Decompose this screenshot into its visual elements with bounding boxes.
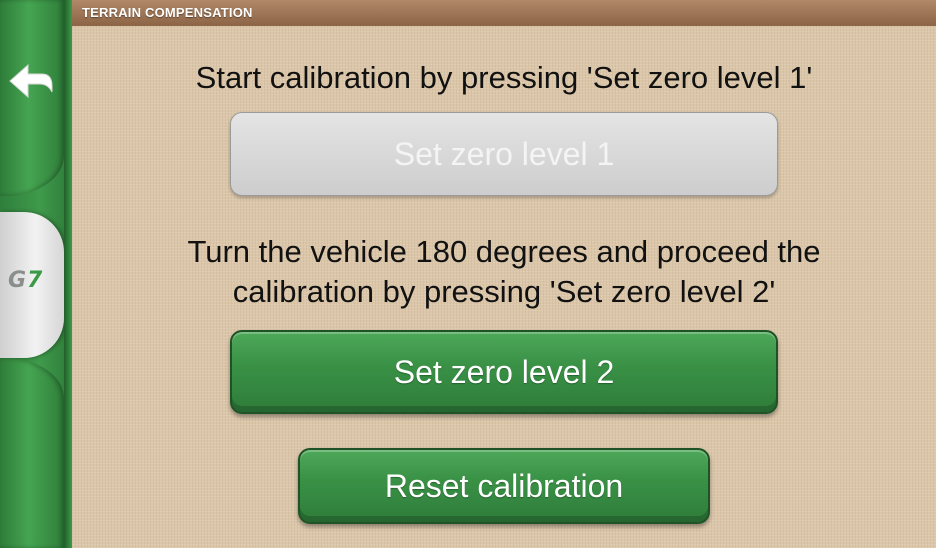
- set-zero-level-1-button[interactable]: Set zero level 1: [230, 112, 778, 196]
- back-arrow-icon: [9, 63, 53, 99]
- back-button[interactable]: [0, 0, 64, 196]
- step2-instruction-line2: calibration by pressing 'Set zero level …: [232, 274, 776, 309]
- home-tab[interactable]: G 7: [0, 212, 64, 358]
- page-title: TERRAIN COMPENSATION: [82, 5, 253, 20]
- step1-instruction: Start calibration by pressing 'Set zero …: [195, 60, 813, 95]
- step2-instruction: Turn the vehicle 180 degrees and proceed…: [72, 232, 936, 312]
- sidebar: G 7: [0, 0, 72, 548]
- g7-logo-icon: G 7: [8, 268, 43, 292]
- title-bar: TERRAIN COMPENSATION: [72, 0, 936, 27]
- svg-text:G: G: [8, 268, 26, 292]
- screen: G 7 TERRAIN COMPENSATION Start calibrati…: [0, 0, 936, 548]
- sidebar-edge: [64, 0, 72, 548]
- reset-calibration-button[interactable]: Reset calibration: [298, 448, 710, 524]
- calibration-panel: Start calibration by pressing 'Set zero …: [72, 26, 936, 548]
- sidebar-lower-panel: [0, 358, 64, 548]
- step2-instruction-line1: Turn the vehicle 180 degrees and proceed…: [187, 234, 821, 269]
- set-zero-level-2-button[interactable]: Set zero level 2: [230, 330, 778, 414]
- svg-text:7: 7: [27, 268, 43, 292]
